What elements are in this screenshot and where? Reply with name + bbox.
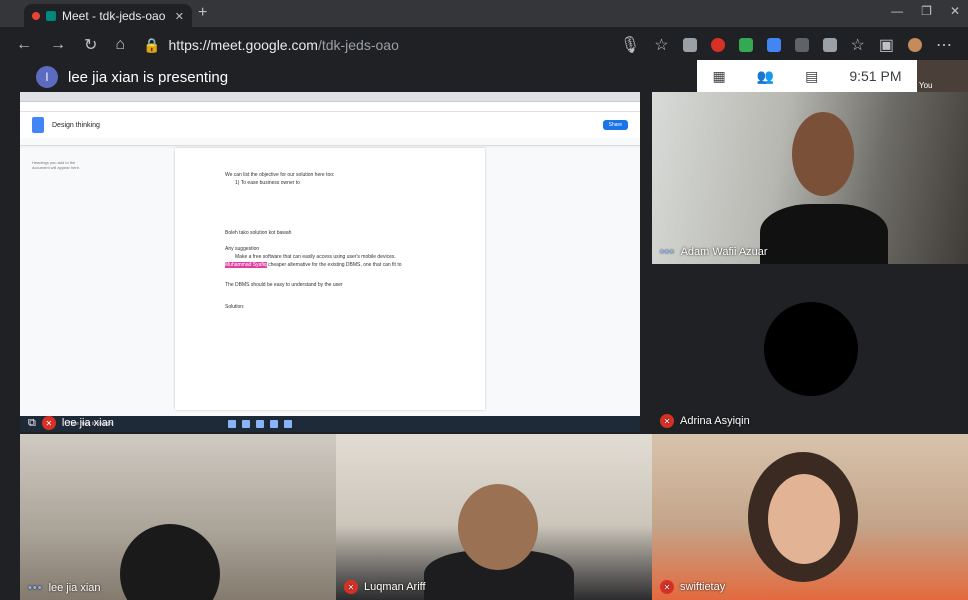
lock-icon: 🔒: [143, 36, 161, 53]
shared-browser-url: [20, 102, 640, 112]
meet-top-controls: ▦ 👥 ▤ 9:51 PM: [697, 60, 917, 92]
address-bar[interactable]: 🔒 https://meet.google.com/tdk-jeds-oao: [143, 37, 399, 54]
doc-line: Muhammad Syafiq cheaper alternative for …: [225, 262, 401, 268]
docs-logo-icon: [32, 117, 44, 133]
participant-name: ✕ swiftietay: [660, 580, 725, 594]
presenter-name: lee jia xian: [61, 417, 114, 429]
speaking-indicator-icon: •••: [660, 246, 675, 258]
extension-icon[interactable]: [682, 38, 697, 52]
url-path: /tdk-jeds-oao: [317, 37, 399, 53]
participant-figure: [768, 474, 840, 564]
star-icon[interactable]: ☆: [654, 35, 668, 55]
puzzle-icon[interactable]: [794, 38, 809, 52]
record-extension-icon[interactable]: [710, 38, 725, 52]
back-icon[interactable]: ←: [16, 36, 32, 54]
forward-icon[interactable]: →: [50, 36, 66, 54]
close-window-icon[interactable]: ✕: [950, 4, 960, 18]
participant-name: ••• lee jia xian: [28, 582, 101, 594]
participant-tile-lee[interactable]: ••• lee jia xian: [20, 434, 336, 600]
doc-line: Make a free software that can easily acc…: [235, 254, 396, 260]
participant-figure: [792, 112, 854, 196]
collaborator-cursor-label: Muhammad Syafiq: [225, 262, 267, 268]
taskbar-app-icon: [256, 420, 265, 428]
doc-line: The DBMS should be easy to understand by…: [225, 282, 343, 288]
self-label: You: [919, 81, 933, 90]
participants-icon[interactable]: 👥: [757, 68, 774, 85]
taskbar-app-icon: [228, 420, 237, 428]
shield-extension-icon[interactable]: [822, 38, 837, 52]
browser-toolbar: ← → ↻ ⌂ 🔒 https://meet.google.com/tdk-je…: [0, 28, 968, 62]
speaking-indicator-icon: •••: [28, 582, 43, 594]
mic-icon[interactable]: 🎙: [620, 35, 640, 55]
chat-icon[interactable]: ▤: [805, 68, 818, 85]
doc-line: 1) To ease business owner to: [235, 180, 300, 186]
url-host: https://meet.google.com: [168, 37, 318, 53]
doc-page: We can list the objective for our soluti…: [175, 148, 485, 410]
home-icon[interactable]: ⌂: [115, 36, 125, 54]
grid-extension-icon[interactable]: [766, 38, 781, 52]
participant-name: ✕ Luqman Ariff: [344, 580, 426, 594]
minimize-icon[interactable]: —: [891, 4, 903, 18]
participant-name: ✕ Adrina Asyiqin: [660, 414, 750, 428]
doc-line: Solution:: [225, 304, 245, 310]
recording-dot-icon: [32, 12, 40, 20]
participant-tile-adrina[interactable]: ✕ Adrina Asyiqin: [652, 264, 968, 434]
browser-tab-meet[interactable]: Meet - tdk-jeds-oao ✕: [24, 4, 192, 28]
presenter-name-label: ⧉ ✕ lee jia xian: [28, 416, 114, 430]
extension-icons: 🎙 ☆ ☆ ▣ ⋯: [620, 35, 952, 55]
participant-name-text: Adrina Asyiqin: [680, 415, 750, 427]
doc-line: Boleh tako solution kot bawah: [225, 230, 292, 236]
layout-grid-icon[interactable]: ▦: [712, 68, 725, 85]
participant-tile-swift[interactable]: ✕ swiftietay: [652, 434, 968, 600]
doc-line: Any suggestion: [225, 246, 260, 252]
shared-screen: Design thinking Share Headings you add t…: [20, 92, 640, 468]
taskbar-app-icon: [242, 420, 251, 428]
gdoc-header: Design thinking Share: [20, 112, 640, 138]
doc-toolbar: [20, 138, 640, 146]
doc-line: We can list the objective for our soluti…: [225, 172, 335, 178]
participant-figure: [760, 204, 888, 264]
self-view-tile[interactable]: You: [917, 60, 968, 92]
mic-off-icon: ✕: [41, 416, 56, 430]
beta-extension-icon[interactable]: [738, 38, 753, 52]
presenter-avatar: l: [36, 66, 58, 88]
refresh-icon[interactable]: ↻: [84, 35, 97, 55]
participant-name-text: swiftietay: [680, 581, 726, 593]
tab-title: Meet - tdk-jeds-oao: [62, 9, 166, 23]
mic-off-icon: ✕: [660, 414, 674, 428]
profile-avatar[interactable]: [908, 38, 922, 52]
close-tab-icon[interactable]: ✕: [175, 10, 184, 23]
participant-name-text: lee jia xian: [48, 582, 101, 594]
doc-outline: Headings you add to the document will ap…: [32, 160, 81, 170]
participant-name-text: Luqman Ariff: [364, 581, 426, 593]
browser-tab-bar: Meet - tdk-jeds-oao ✕ + — ❐ ✕: [0, 0, 968, 28]
meet-favicon-icon: [46, 11, 56, 21]
doc-area: Headings you add to the document will ap…: [20, 148, 640, 468]
collections-icon[interactable]: ▣: [879, 35, 894, 55]
present-screen-icon: ⧉: [28, 416, 36, 429]
participant-avatar: [764, 302, 858, 396]
clock-time: 9:51 PM: [849, 68, 902, 84]
favorites-icon[interactable]: ☆: [851, 35, 865, 55]
taskbar-app-icon: [270, 420, 279, 428]
participant-name-text: Adam Wafii Azuar: [680, 246, 768, 258]
participant-figure: [458, 484, 538, 570]
doc-share-button: Share: [602, 120, 628, 130]
maximize-icon[interactable]: ❐: [921, 4, 932, 18]
mic-off-icon: ✕: [344, 580, 358, 594]
participant-figure: [120, 524, 220, 600]
presenting-text: lee jia xian is presenting: [68, 68, 229, 86]
doc-line-text: cheaper alternative for the existing DBM…: [268, 262, 402, 268]
doc-title: Design thinking: [52, 121, 100, 129]
taskbar-app-icon: [284, 420, 293, 428]
more-icon[interactable]: ⋯: [936, 35, 952, 55]
participant-tile-adam[interactable]: ••• Adam Wafii Azuar: [652, 92, 968, 264]
participant-tile-luqman[interactable]: ✕ Luqman Ariff: [336, 434, 652, 600]
mic-off-icon: ✕: [660, 580, 674, 594]
shared-browser-tabs: [20, 92, 640, 102]
window-controls: — ❐ ✕: [891, 4, 960, 18]
participant-name: ••• Adam Wafii Azuar: [660, 246, 768, 258]
new-tab-icon[interactable]: +: [198, 4, 207, 22]
